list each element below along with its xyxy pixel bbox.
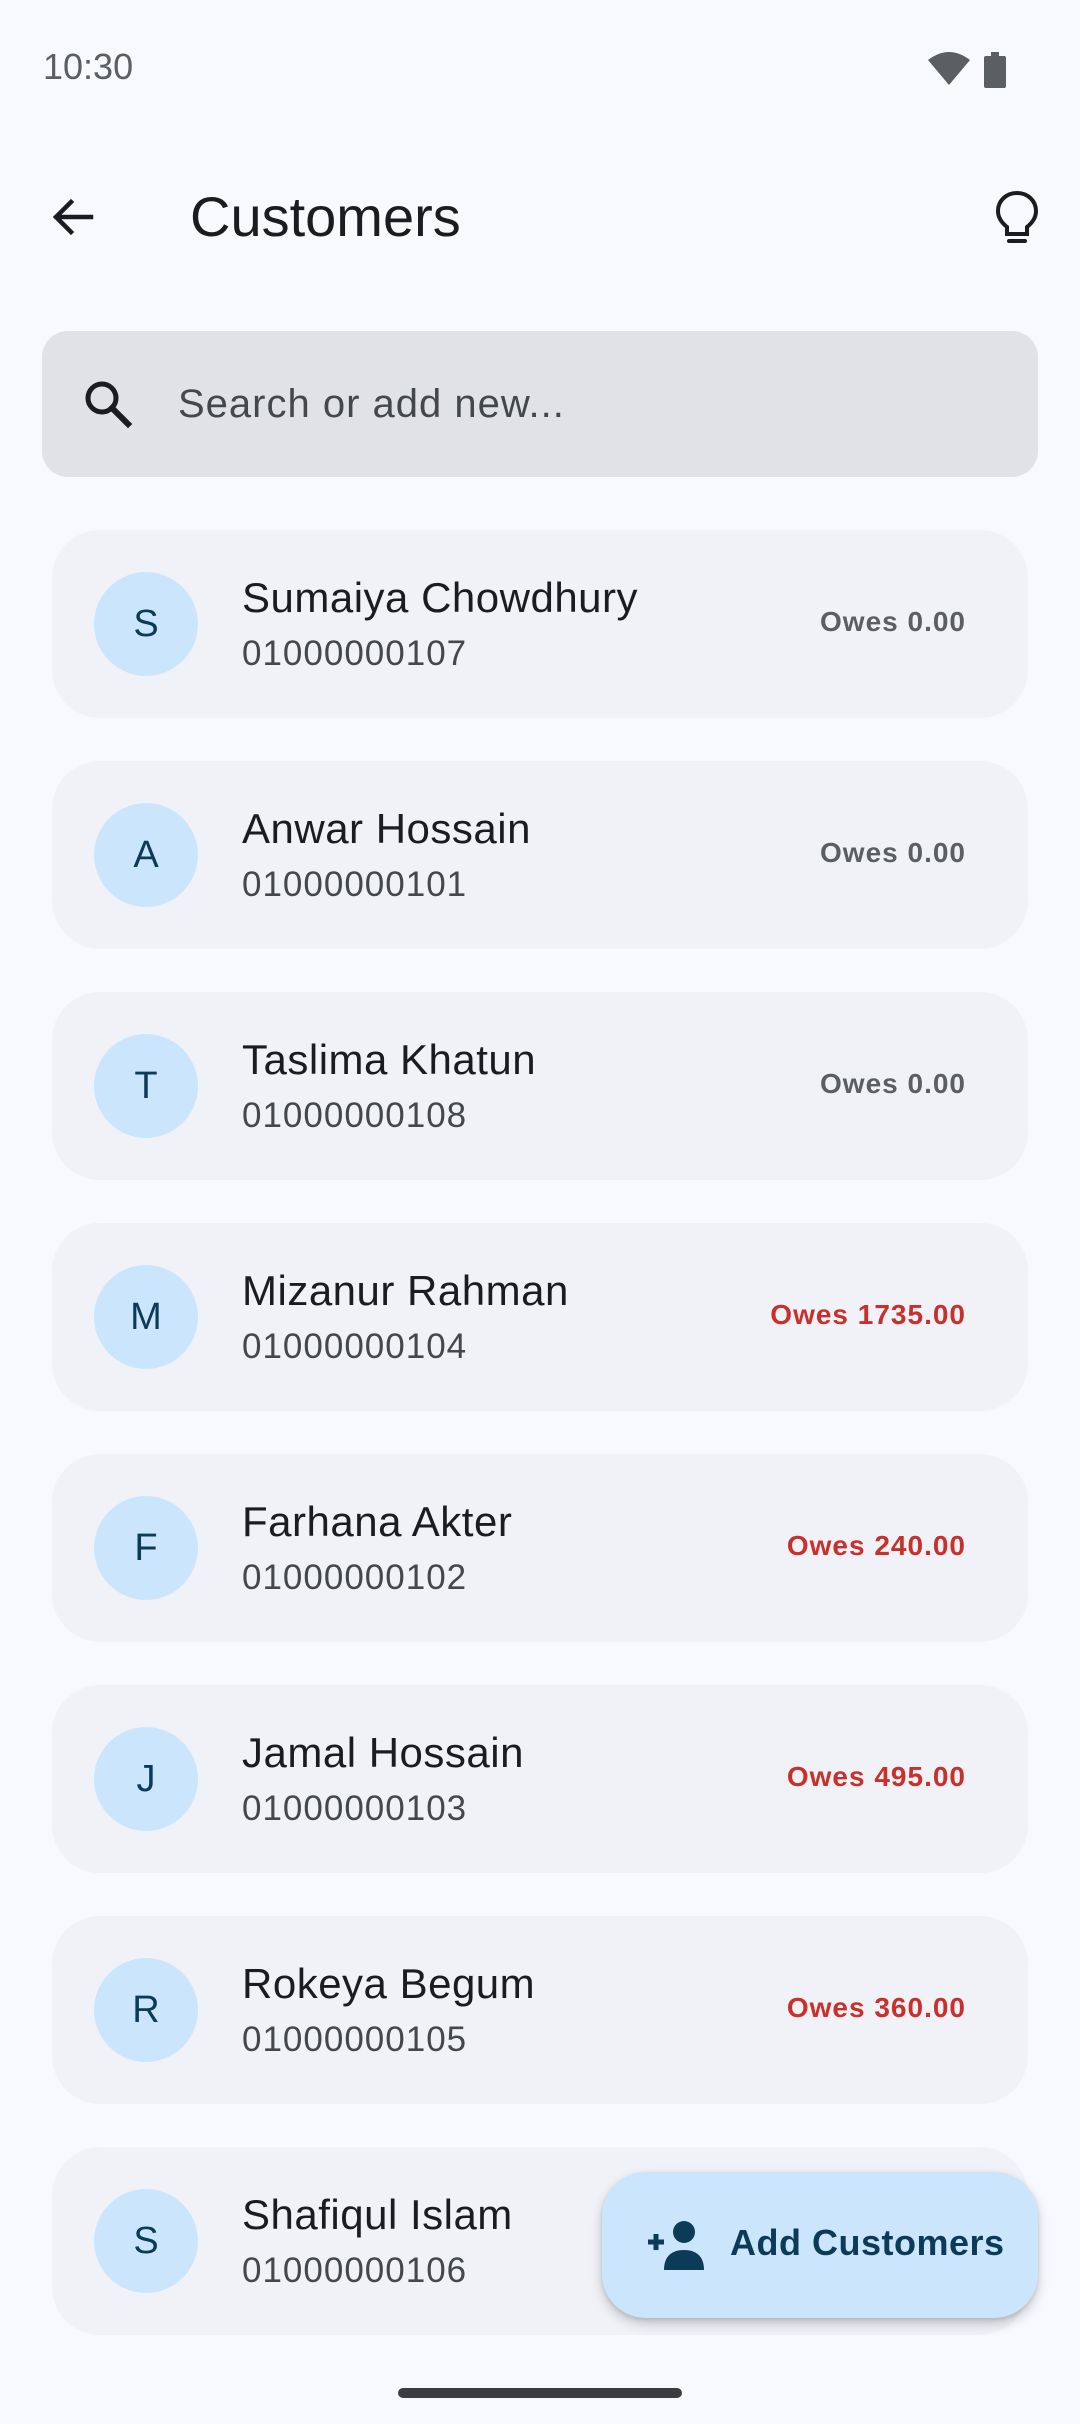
customer-name: Mizanur Rahman (242, 1267, 569, 1314)
customer-card[interactable]: F Farhana Akter 01000000102 Owes 240.00 (52, 1454, 1028, 1642)
avatar: T (94, 1034, 198, 1138)
customer-name: Farhana Akter (242, 1498, 513, 1545)
customer-phone: 01000000102 (242, 1558, 468, 1597)
customer-card[interactable]: J Jamal Hossain 01000000103 Owes 495.00 (52, 1685, 1028, 1873)
page-title: Customers (190, 185, 461, 248)
owes-amount: Owes 495.00 (786, 1761, 966, 1792)
customer-name: Rokeya Begum (242, 1960, 536, 2007)
customer-list: S Sumaiya Chowdhury 01000000107 Owes 0.0… (52, 530, 1028, 2378)
owes-amount: Owes 240.00 (786, 1530, 966, 1561)
lightbulb-icon (995, 190, 1039, 243)
customer-name: Jamal Hossain (242, 1729, 524, 1776)
status-bar: 10:30 (0, 0, 1080, 140)
avatar: A (94, 803, 198, 907)
customer-phone: 01000000108 (242, 1096, 468, 1135)
wifi-icon (928, 52, 970, 85)
add-customers-button[interactable]: Add Customers (602, 2172, 1038, 2318)
customer-card[interactable]: R Rokeya Begum 01000000105 Owes 360.00 (52, 1916, 1028, 2104)
home-indicator[interactable] (398, 2388, 682, 2398)
owes-amount: Owes 360.00 (786, 1992, 966, 2023)
search-bar[interactable] (42, 331, 1038, 477)
person-add-icon (648, 2221, 704, 2270)
avatar: F (94, 1496, 198, 1600)
customer-name: Taslima Khatun (242, 1036, 537, 1083)
customer-card[interactable]: M Mizanur Rahman 01000000104 Owes 1735.0… (52, 1223, 1028, 1411)
battery-icon (984, 52, 1006, 88)
customer-phone: 01000000105 (242, 2020, 468, 2059)
tips-button[interactable] (980, 182, 1054, 256)
customer-phone: 01000000101 (242, 865, 468, 904)
owes-amount: Owes 0.00 (820, 837, 966, 868)
owes-amount: Owes 0.00 (820, 1068, 966, 1099)
avatar: J (94, 1727, 198, 1831)
customer-card[interactable]: S Sumaiya Chowdhury 01000000107 Owes 0.0… (52, 530, 1028, 718)
customer-phone: 01000000104 (242, 1327, 468, 1366)
app-bar: Customers (0, 160, 1080, 270)
search-input[interactable] (178, 331, 998, 477)
add-customers-label: Add Customers (730, 2222, 1005, 2263)
back-button[interactable] (36, 180, 110, 254)
avatar: M (94, 1265, 198, 1369)
customer-name: Anwar Hossain (242, 805, 531, 852)
owes-amount: Owes 1735.00 (770, 1299, 966, 1330)
customer-phone: 01000000107 (242, 634, 468, 673)
customer-card[interactable]: A Anwar Hossain 01000000101 Owes 0.00 (52, 761, 1028, 949)
avatar: S (94, 572, 198, 676)
customer-name: Shafiqul Islam (242, 2191, 513, 2238)
customer-card[interactable]: T Taslima Khatun 01000000108 Owes 0.00 (52, 992, 1028, 1180)
customer-name: Sumaiya Chowdhury (242, 574, 639, 621)
customer-phone: 01000000106 (242, 2251, 468, 2290)
avatar: R (94, 1958, 198, 2062)
search-icon (85, 381, 133, 429)
customer-phone: 01000000103 (242, 1789, 468, 1828)
status-time: 10:30 (43, 46, 134, 87)
avatar: S (94, 2189, 198, 2293)
arrow-left-icon (52, 198, 94, 236)
owes-amount: Owes 0.00 (820, 606, 966, 637)
